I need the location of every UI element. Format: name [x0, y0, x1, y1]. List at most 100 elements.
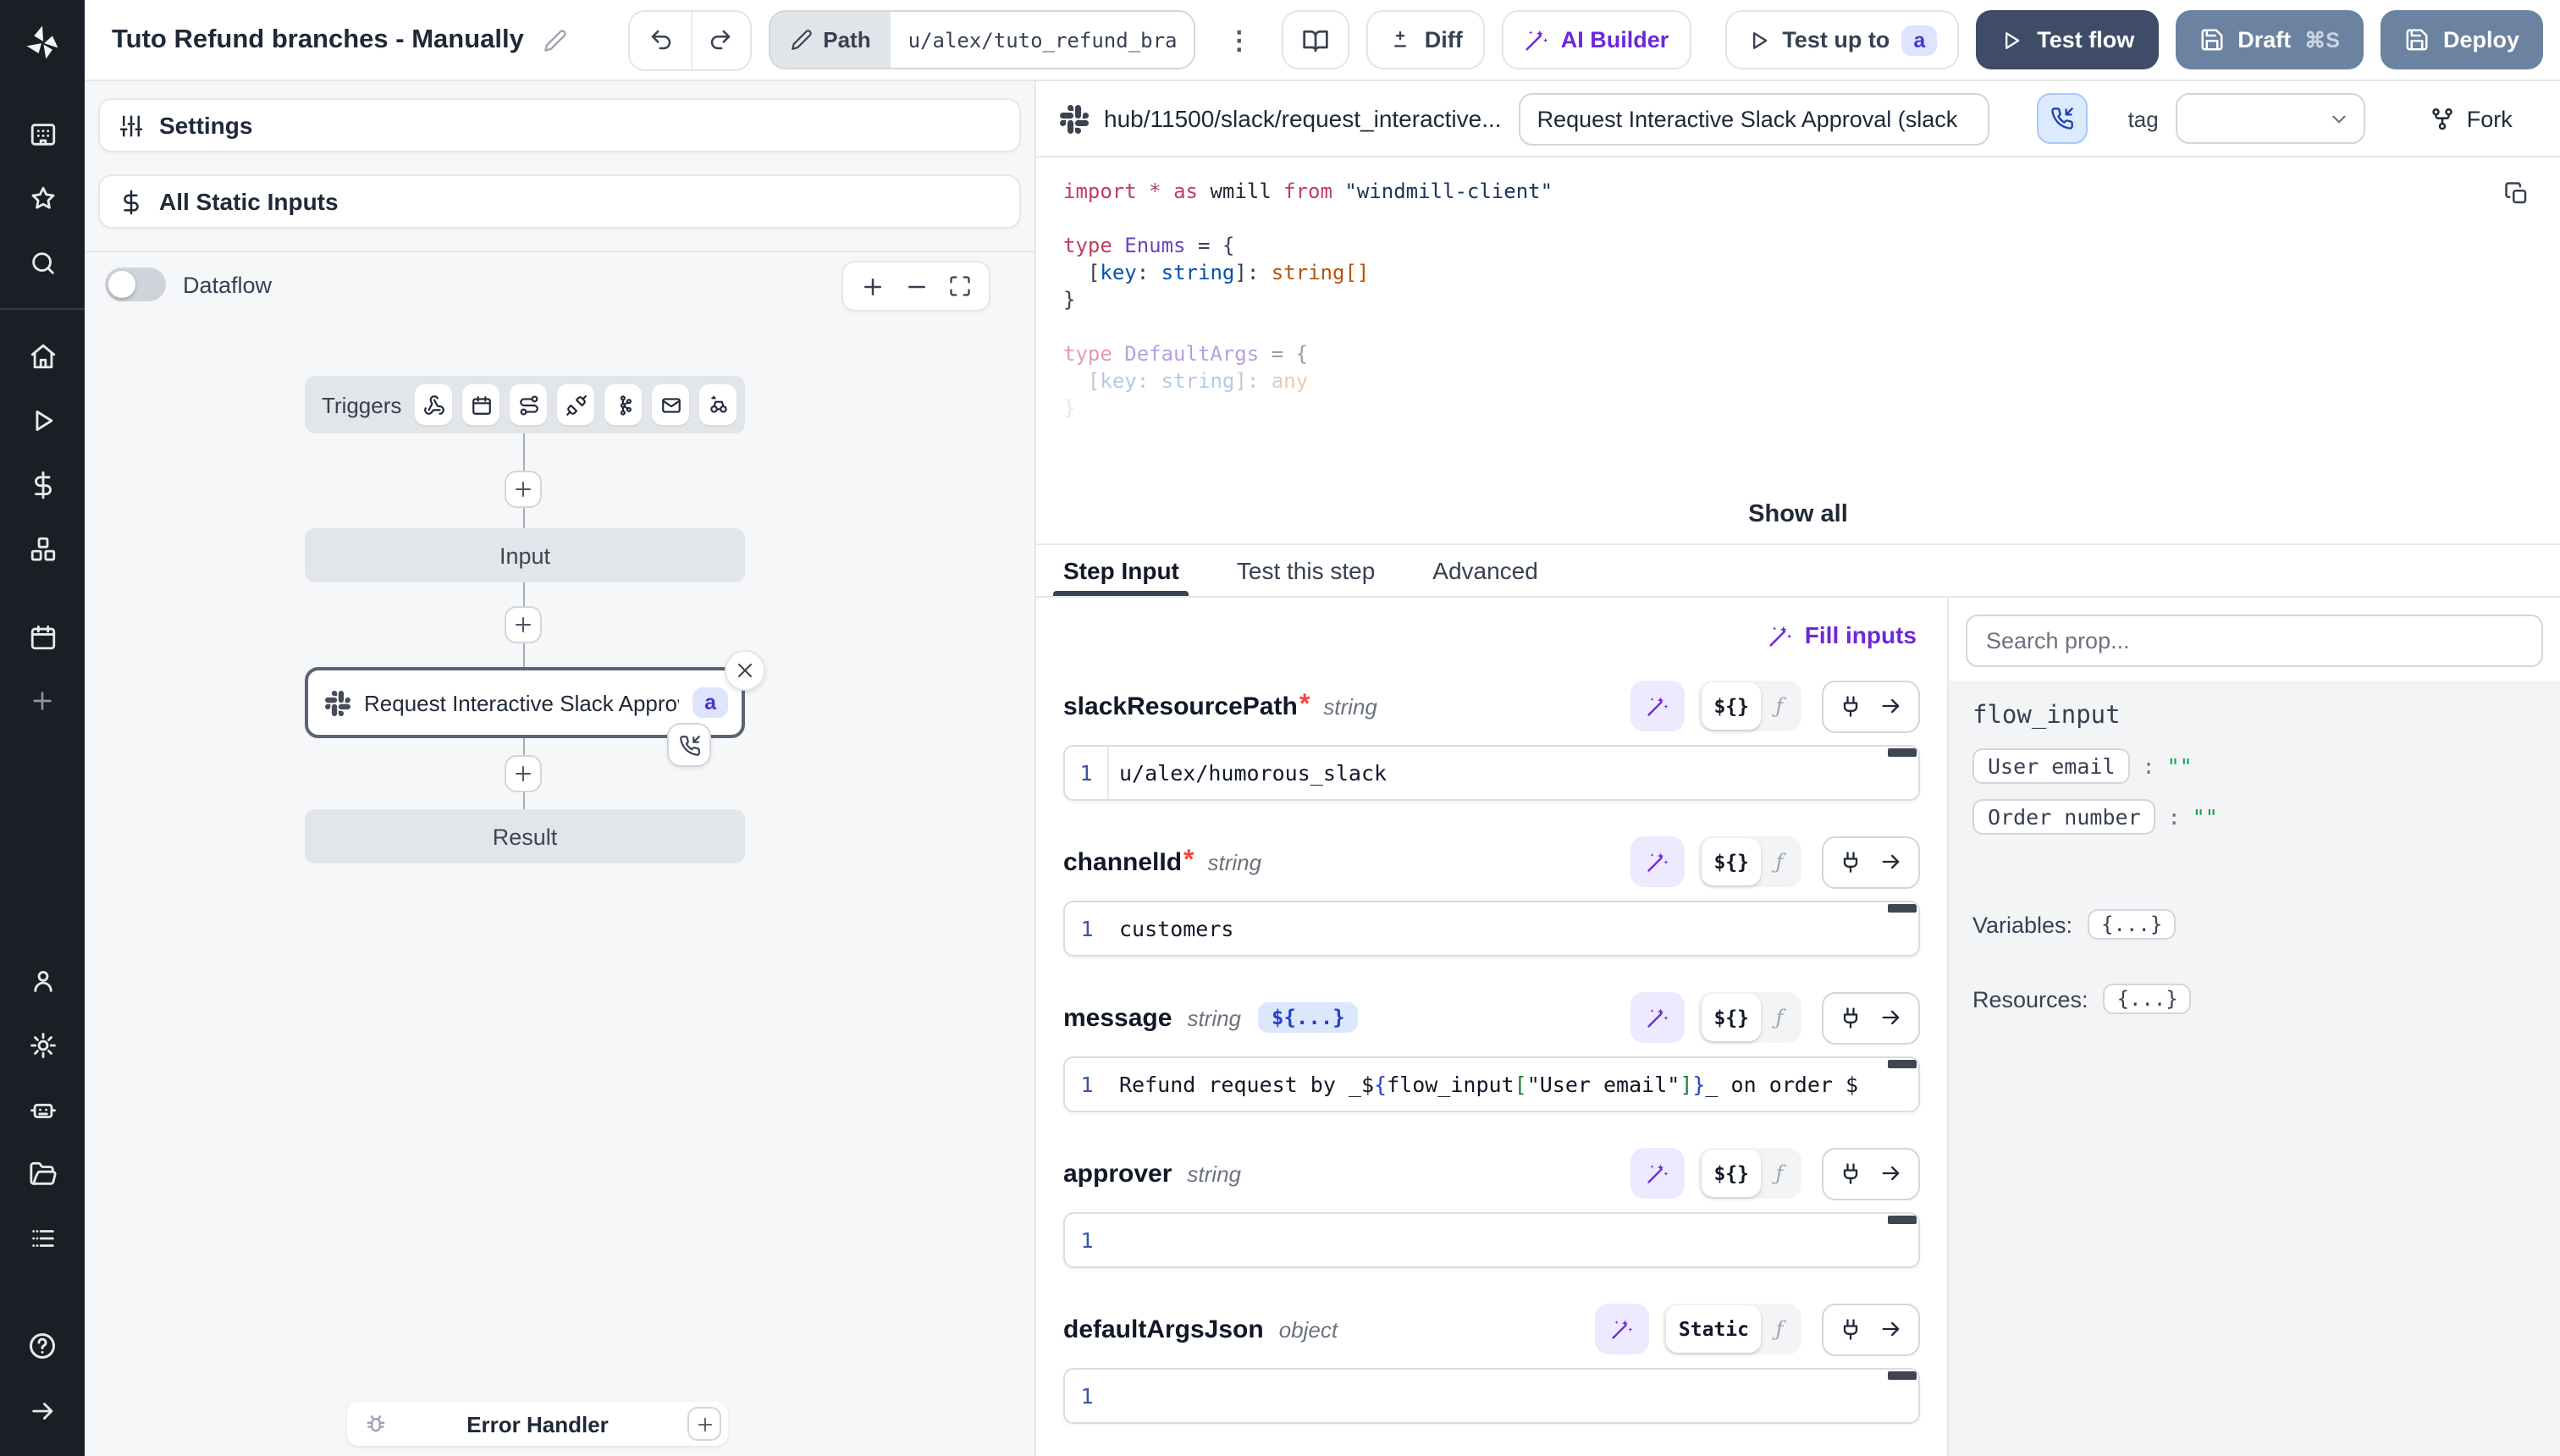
- http-route-trigger-icon[interactable]: [510, 384, 547, 425]
- value-editor[interactable]: 1 u/alex/humorous_slack: [1063, 745, 1920, 801]
- diff-button[interactable]: Diff: [1367, 10, 1485, 69]
- scheduled-poll-trigger-icon[interactable]: [699, 384, 737, 425]
- editor-scrollbar-thumb[interactable]: [1888, 748, 1917, 757]
- add-step-button[interactable]: [505, 471, 542, 508]
- websocket-trigger-icon[interactable]: [557, 384, 594, 425]
- input-node[interactable]: Input: [305, 528, 745, 582]
- workers-robot-icon[interactable]: [0, 1087, 85, 1131]
- code-line: import * as wmill from "windmill-client": [1063, 178, 2560, 205]
- ai-fill-wand-button[interactable]: [1630, 1148, 1685, 1199]
- tab-test-this-step[interactable]: Test this step: [1237, 545, 1375, 596]
- value-editor[interactable]: 1: [1063, 1368, 1920, 1424]
- field-name: approver: [1063, 1159, 1172, 1188]
- tag-select[interactable]: [2176, 93, 2365, 144]
- resources-chip[interactable]: {...}: [2104, 984, 2192, 1014]
- hub-script-path[interactable]: hub/11500/slack/request_interactive...: [1060, 104, 1502, 133]
- value-editor[interactable]: 1: [1063, 1212, 1920, 1268]
- tab-advanced[interactable]: Advanced: [1432, 545, 1538, 596]
- star-icon[interactable]: [0, 176, 85, 220]
- code-preview[interactable]: import * as wmill from "windmill-client"…: [1036, 157, 2560, 545]
- function-mode-button[interactable]: ƒ: [1761, 1161, 1798, 1185]
- fill-inputs-button[interactable]: Fill inputs: [1764, 615, 1920, 655]
- add-plus-icon[interactable]: [0, 679, 85, 723]
- path-label: Path: [823, 27, 870, 52]
- workspace-icon[interactable]: [0, 112, 85, 156]
- redo-button[interactable]: [690, 11, 750, 69]
- test-up-to-button[interactable]: Test up to a: [1724, 10, 1959, 69]
- path-input[interactable]: [891, 12, 1194, 68]
- editor-scrollbar-thumb[interactable]: [1888, 1060, 1917, 1068]
- path-button[interactable]: Path: [770, 12, 891, 68]
- collapse-arrow-right-icon[interactable]: [0, 1388, 85, 1432]
- search-icon[interactable]: [0, 240, 85, 284]
- user-icon[interactable]: [0, 958, 85, 1002]
- add-step-button[interactable]: [505, 606, 542, 643]
- variables-chip[interactable]: {...}: [2088, 909, 2176, 940]
- kafka-trigger-icon[interactable]: [604, 384, 642, 425]
- folder-open-icon[interactable]: [0, 1151, 85, 1195]
- draft-button[interactable]: Draft ⌘S: [2175, 10, 2364, 69]
- add-error-handler-button[interactable]: [687, 1407, 721, 1441]
- schedule-trigger-icon[interactable]: [462, 384, 499, 425]
- input-mode-selected[interactable]: Static: [1667, 1305, 1761, 1353]
- function-mode-button[interactable]: ƒ: [1761, 850, 1798, 874]
- value-editor[interactable]: 1 Refund request by _${flow_input["User …: [1063, 1056, 1920, 1112]
- input-mode-selected[interactable]: ${}: [1702, 838, 1761, 885]
- step-name-input[interactable]: [1519, 92, 1989, 145]
- runs-play-icon[interactable]: [0, 398, 85, 442]
- error-handler-node[interactable]: Error Handler: [347, 1402, 728, 1446]
- ai-fill-wand-button[interactable]: [1630, 836, 1685, 887]
- input-mode-selected[interactable]: ${}: [1702, 1150, 1761, 1197]
- ai-builder-button[interactable]: AI Builder: [1502, 10, 1691, 69]
- input-mode-selected[interactable]: ${}: [1702, 682, 1761, 730]
- flow-settings-button[interactable]: Settings: [98, 98, 1021, 152]
- function-mode-button[interactable]: ƒ: [1761, 1006, 1798, 1029]
- zoom-out-button[interactable]: [894, 264, 938, 308]
- panel-divider: [85, 251, 1034, 252]
- home-icon[interactable]: [0, 334, 85, 378]
- fork-button[interactable]: Fork: [2430, 106, 2513, 131]
- show-all-button[interactable]: Show all: [1036, 501, 2560, 528]
- value-editor[interactable]: 1 customers: [1063, 901, 1920, 957]
- copy-code-icon[interactable]: [2504, 181, 2530, 207]
- prop-key-chip[interactable]: User email: [1972, 748, 2131, 784]
- function-mode-button[interactable]: ƒ: [1761, 694, 1798, 718]
- triggers-node[interactable]: Triggers: [305, 376, 745, 433]
- zoom-in-button[interactable]: [850, 264, 894, 308]
- email-trigger-icon[interactable]: [652, 384, 689, 425]
- slack-icon: [325, 690, 350, 715]
- deploy-button[interactable]: Deploy: [2381, 10, 2543, 69]
- editor-scrollbar-thumb[interactable]: [1888, 1371, 1917, 1380]
- undo-button[interactable]: [631, 11, 691, 69]
- schedules-calendar-icon[interactable]: [0, 615, 85, 659]
- fit-view-button[interactable]: [938, 264, 982, 308]
- edit-title-pencil-icon[interactable]: [544, 28, 568, 52]
- remove-step-close-icon[interactable]: [725, 650, 765, 691]
- tab-step-input[interactable]: Step Input: [1063, 545, 1179, 596]
- docs-book-button[interactable]: [1283, 10, 1350, 69]
- suspend-approval-phone-button[interactable]: [2037, 93, 2088, 144]
- more-menu-kebab-icon[interactable]: ⋮: [1213, 25, 1266, 55]
- editor-scrollbar-thumb[interactable]: [1888, 1216, 1917, 1224]
- search-prop-input[interactable]: [1966, 615, 2543, 667]
- variables-dollar-icon[interactable]: [0, 462, 85, 506]
- function-mode-button[interactable]: ƒ: [1761, 1317, 1798, 1341]
- resources-cubes-icon[interactable]: [0, 527, 85, 571]
- list-icon[interactable]: [0, 1216, 85, 1260]
- help-icon[interactable]: [0, 1324, 85, 1368]
- editor-scrollbar-thumb[interactable]: [1888, 904, 1917, 913]
- plug-icon: [1839, 850, 1862, 874]
- prop-key-chip[interactable]: Order number: [1972, 799, 2156, 835]
- webhook-trigger-icon[interactable]: [415, 384, 452, 425]
- result-node[interactable]: Result: [305, 809, 745, 863]
- ai-fill-wand-button[interactable]: [1630, 992, 1685, 1043]
- input-mode-selected[interactable]: ${}: [1702, 994, 1761, 1041]
- windmill-logo-icon[interactable]: [20, 20, 64, 64]
- ai-fill-wand-button[interactable]: [1630, 681, 1685, 731]
- gear-icon[interactable]: [0, 1023, 85, 1067]
- ai-fill-wand-button[interactable]: [1596, 1304, 1650, 1354]
- add-step-button[interactable]: [505, 755, 542, 792]
- test-flow-button[interactable]: Test flow: [1976, 10, 2158, 69]
- all-static-inputs-button[interactable]: All Static Inputs: [98, 174, 1021, 229]
- dataflow-toggle[interactable]: [105, 267, 166, 301]
